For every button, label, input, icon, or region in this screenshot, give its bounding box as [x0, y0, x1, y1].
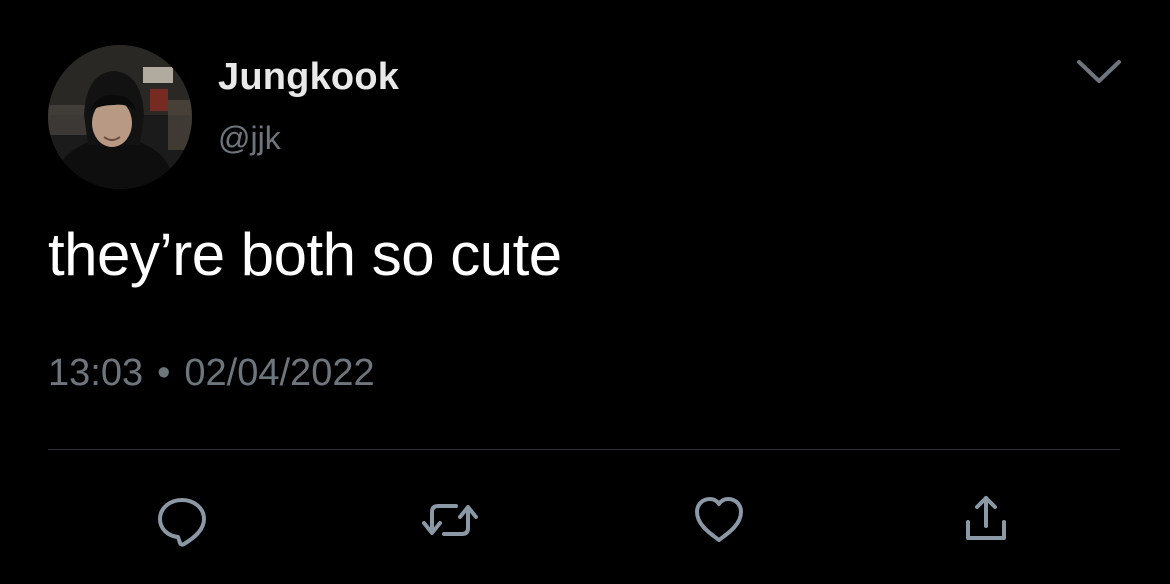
avatar[interactable] [48, 45, 192, 189]
tweet-date: 02/04/2022 [184, 352, 375, 394]
reply-bubble-icon [158, 498, 206, 547]
meta-separator: • [157, 352, 171, 394]
chevron-down-icon[interactable] [1074, 52, 1124, 92]
tweet-timestamp: 13:03 • 02/04/2022 [48, 352, 375, 395]
reply-button[interactable] [152, 490, 212, 550]
tweet-time: 13:03 [48, 352, 144, 394]
tweet-text: they’re both so cute [48, 221, 562, 288]
like-button[interactable] [689, 490, 749, 550]
retweet-icon [422, 504, 478, 536]
avatar-photo [48, 45, 192, 189]
retweet-button[interactable] [420, 490, 480, 550]
tweet-card: Jungkook @jjk they’re both so cute 13:03… [0, 0, 1170, 584]
display-name[interactable]: Jungkook [218, 56, 399, 99]
share-button[interactable] [956, 490, 1016, 550]
user-handle[interactable]: @jjk [218, 120, 281, 157]
share-icon [966, 496, 1006, 540]
heart-icon [695, 497, 743, 542]
divider [48, 449, 1120, 450]
